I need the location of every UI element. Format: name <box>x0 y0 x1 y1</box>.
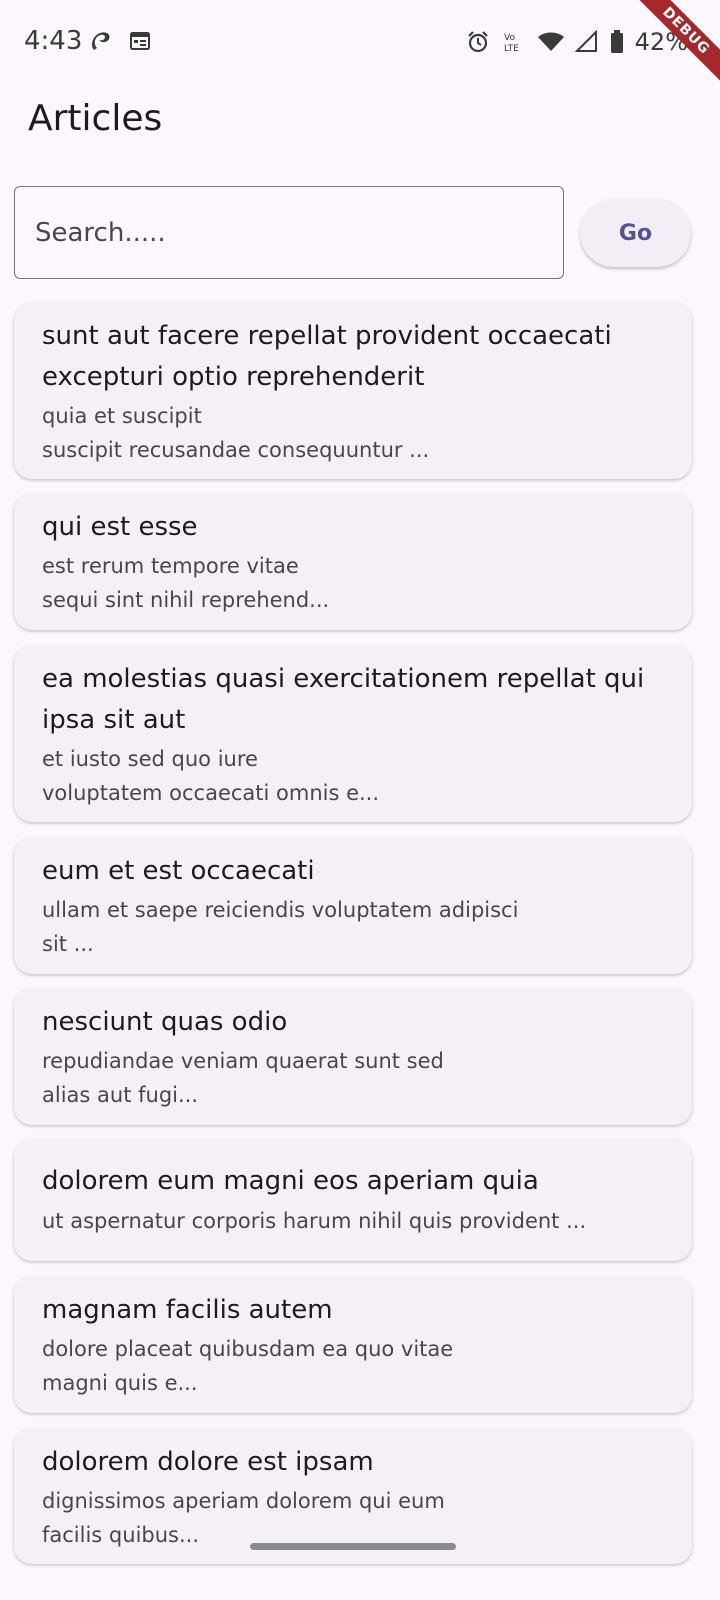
search-input[interactable] <box>33 187 547 279</box>
article-card[interactable]: sunt aut facere repellat provident occae… <box>14 302 692 479</box>
status-bar: 4:43 Vo LTE 42% DEBUG <box>0 0 720 89</box>
article-body: dignissimos aperiam dolorem qui eum faci… <box>42 1489 445 1547</box>
article-card[interactable]: ea molestias quasi exercitationem repell… <box>14 645 692 822</box>
article-card[interactable]: dolorem eum magni eos aperiam quia ut as… <box>14 1139 692 1261</box>
volte-icon: Vo LTE <box>501 29 527 55</box>
home-indicator[interactable] <box>250 1543 456 1550</box>
article-card[interactable]: eum et est occaecati ullam et saepe reic… <box>14 837 692 974</box>
go-button[interactable]: Go <box>580 199 691 267</box>
airtel-icon <box>88 28 114 54</box>
article-body: dolore placeat quibusdam ea quo vitae ma… <box>42 1337 454 1395</box>
signal-icon <box>574 30 599 54</box>
article-body: repudiandae veniam quaerat sunt sed alia… <box>42 1049 444 1107</box>
status-right-icons: Vo LTE 42% <box>465 28 688 56</box>
article-title: nesciunt quas odio <box>42 1007 288 1037</box>
article-body: ullam et saepe reiciendis voluptatem adi… <box>42 898 519 956</box>
article-title: eum et est occaecati <box>42 856 315 886</box>
article-title: magnam facilis autem <box>42 1295 333 1325</box>
svg-text:LTE: LTE <box>504 44 519 54</box>
screen: 4:43 Vo LTE 42% DEBUG Articles Search...… <box>0 0 720 1600</box>
status-left-icons <box>88 28 152 54</box>
svg-text:Vo: Vo <box>504 33 515 43</box>
battery-icon <box>609 29 625 55</box>
article-title: dolorem eum magni eos aperiam quia <box>42 1166 539 1196</box>
wifi-icon <box>537 30 565 54</box>
search-field[interactable] <box>14 186 564 279</box>
article-card[interactable]: nesciunt quas odio repudiandae veniam qu… <box>14 988 692 1125</box>
article-title: qui est esse <box>42 512 198 542</box>
article-title: dolorem dolore est ipsam <box>42 1447 374 1477</box>
article-body: est rerum tempore vitae sequi sint nihil… <box>42 554 330 612</box>
article-body: quia et suscipit suscipit recusandae con… <box>42 404 430 462</box>
article-title: sunt aut facere repellat provident occae… <box>42 321 612 392</box>
article-card[interactable]: magnam facilis autem dolore placeat quib… <box>14 1276 692 1413</box>
status-time: 4:43 <box>24 26 83 56</box>
article-title: ea molestias quasi exercitationem repell… <box>42 664 645 735</box>
alarm-icon <box>465 29 491 55</box>
article-card[interactable]: qui est esse est rerum tempore vitae seq… <box>14 493 692 630</box>
article-body: ut aspernatur corporis harum nihil quis … <box>42 1209 587 1233</box>
article-body: et iusto sed quo iure voluptatem occaeca… <box>42 747 380 805</box>
page-title: Articles <box>28 98 163 139</box>
calendar-icon <box>128 29 152 53</box>
